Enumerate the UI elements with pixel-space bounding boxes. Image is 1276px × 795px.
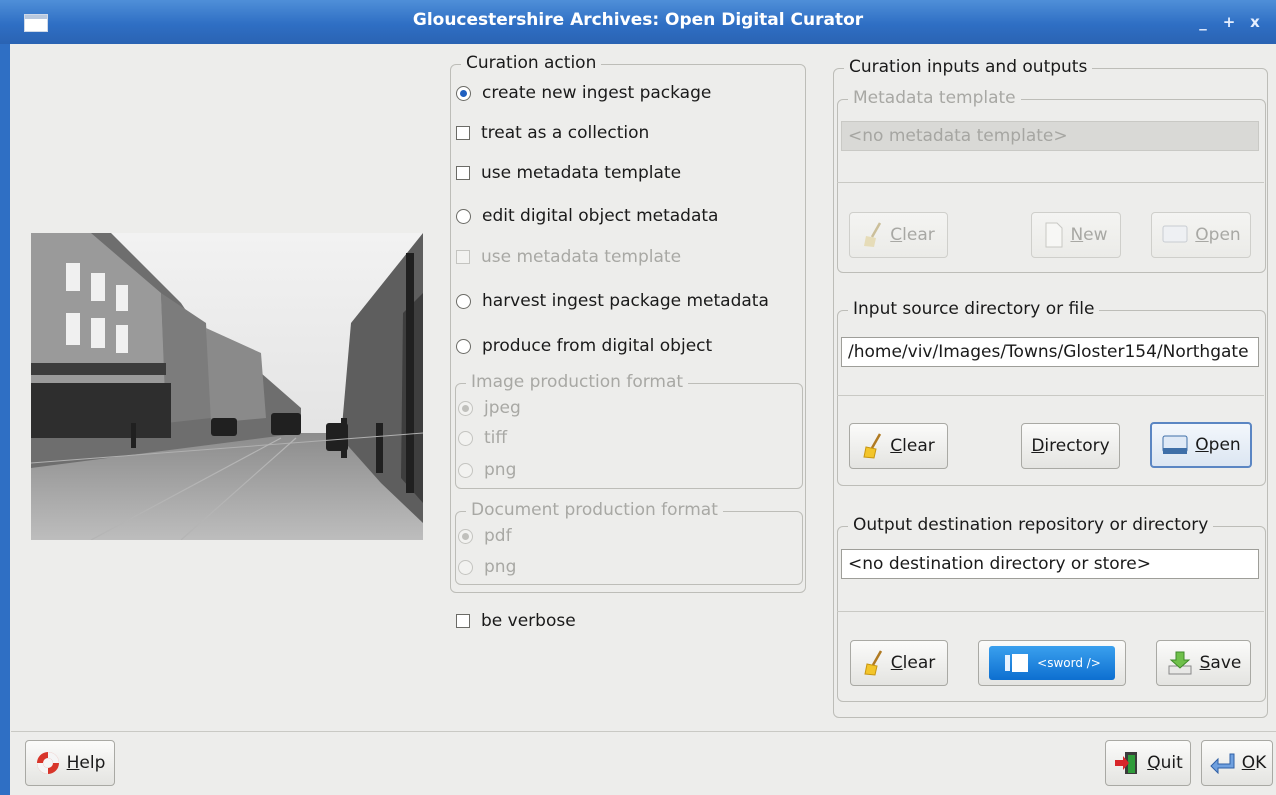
- image-format-legend: Image production format: [466, 372, 689, 392]
- radio-indicator: [458, 462, 473, 478]
- option-label: produce from digital object: [482, 336, 713, 356]
- minimize-button[interactable]: _: [1192, 12, 1214, 32]
- create-new-ingest-package-radio[interactable]: create new ingest package: [456, 83, 711, 103]
- enter-arrow-icon: [1210, 753, 1235, 774]
- input-source-field[interactable]: /home/viv/Images/Towns/Gloster154/Northg…: [841, 337, 1259, 367]
- checkbox-indicator: [456, 250, 470, 264]
- broom-icon: [864, 222, 882, 247]
- output-destination-field[interactable]: <no destination directory or store>: [841, 549, 1259, 579]
- curation-io-legend: Curation inputs and outputs: [844, 57, 1093, 77]
- broom-icon: [864, 650, 882, 676]
- radio-indicator[interactable]: [456, 293, 471, 309]
- metadata-open-button: Open: [1151, 212, 1251, 258]
- separator: [837, 395, 1264, 396]
- edit-use-metadata-template-checkbox: use metadata template: [456, 247, 681, 267]
- harvest-ingest-package-metadata-radio[interactable]: harvest ingest package metadata: [456, 291, 769, 311]
- document-format-legend: Document production format: [466, 500, 723, 520]
- be-verbose-checkbox[interactable]: be verbose: [456, 611, 576, 631]
- help-button[interactable]: Help: [25, 740, 115, 786]
- radio-indicator[interactable]: [456, 208, 471, 224]
- radio-indicator[interactable]: [456, 85, 471, 101]
- radio-indicator: [458, 430, 473, 446]
- option-label: jpeg: [484, 398, 521, 418]
- open-folder-icon: [1162, 435, 1188, 454]
- document-format-png-radio: png: [458, 557, 516, 577]
- radio-indicator[interactable]: [456, 338, 471, 354]
- separator: [837, 611, 1264, 612]
- footer-separator: [11, 731, 1276, 732]
- radio-indicator: [458, 559, 473, 575]
- option-label: tiff: [484, 428, 508, 448]
- quit-button[interactable]: Quit: [1105, 740, 1191, 786]
- new-document-icon: [1045, 222, 1063, 248]
- radio-indicator: [458, 528, 473, 544]
- input-directory-button[interactable]: Directory: [1021, 423, 1120, 469]
- checkbox-indicator[interactable]: [456, 166, 470, 180]
- option-label: harvest ingest package metadata: [482, 291, 769, 311]
- option-label: create new ingest package: [482, 83, 712, 103]
- metadata-template-field: <no metadata template>: [841, 121, 1259, 151]
- window-title: Gloucestershire Archives: Open Digital C…: [412, 10, 864, 30]
- input-open-button[interactable]: Open: [1150, 422, 1252, 468]
- option-label: use metadata template: [481, 163, 682, 183]
- option-label: edit digital object metadata: [482, 206, 719, 226]
- separator: [837, 182, 1264, 183]
- metadata-clear-button: Clear: [849, 212, 948, 258]
- option-label: pdf: [484, 526, 512, 546]
- lifebuoy-icon: [36, 752, 59, 774]
- edit-digital-object-metadata-radio[interactable]: edit digital object metadata: [456, 206, 718, 226]
- metadata-template-legend: Metadata template: [848, 88, 1021, 108]
- image-format-png-radio: png: [458, 460, 516, 480]
- produce-from-digital-object-radio[interactable]: produce from digital object: [456, 336, 712, 356]
- image-format-tiff-radio: tiff: [458, 428, 507, 448]
- close-button[interactable]: x: [1244, 12, 1266, 32]
- document-format-pdf-radio: pdf: [458, 526, 512, 546]
- use-metadata-template-checkbox[interactable]: use metadata template: [456, 163, 681, 183]
- output-destination-legend: Output destination repository or directo…: [848, 515, 1214, 535]
- window-frame: [0, 44, 10, 795]
- image-format-jpeg-radio: jpeg: [458, 398, 521, 418]
- curation-action-legend: Curation action: [461, 53, 602, 73]
- input-clear-button[interactable]: Clear: [849, 423, 948, 469]
- radio-indicator: [458, 400, 473, 416]
- option-label: use metadata template: [481, 247, 682, 267]
- treat-as-collection-checkbox[interactable]: treat as a collection: [456, 123, 649, 143]
- checkbox-indicator[interactable]: [456, 614, 470, 628]
- option-label: png: [484, 557, 517, 577]
- sword-icon: [1005, 654, 1029, 672]
- option-label: be verbose: [481, 611, 576, 631]
- title-bar: Gloucestershire Archives: Open Digital C…: [0, 0, 1276, 44]
- broom-icon: [863, 433, 882, 459]
- open-folder-icon: [1162, 225, 1188, 243]
- input-source-legend: Input source directory or file: [848, 299, 1100, 319]
- maximize-button[interactable]: +: [1218, 12, 1240, 32]
- option-label: png: [484, 460, 517, 480]
- output-save-button[interactable]: Save: [1156, 640, 1251, 686]
- save-download-icon: [1168, 651, 1192, 675]
- output-clear-button[interactable]: Clear: [850, 640, 948, 686]
- sword-logo[interactable]: <sword />: [989, 646, 1115, 680]
- option-label: treat as a collection: [481, 123, 650, 143]
- exit-door-icon: [1115, 752, 1138, 774]
- checkbox-indicator[interactable]: [456, 126, 470, 140]
- ok-button[interactable]: OK: [1201, 740, 1273, 786]
- street-photo: [31, 233, 423, 540]
- metadata-new-button: New: [1031, 212, 1121, 258]
